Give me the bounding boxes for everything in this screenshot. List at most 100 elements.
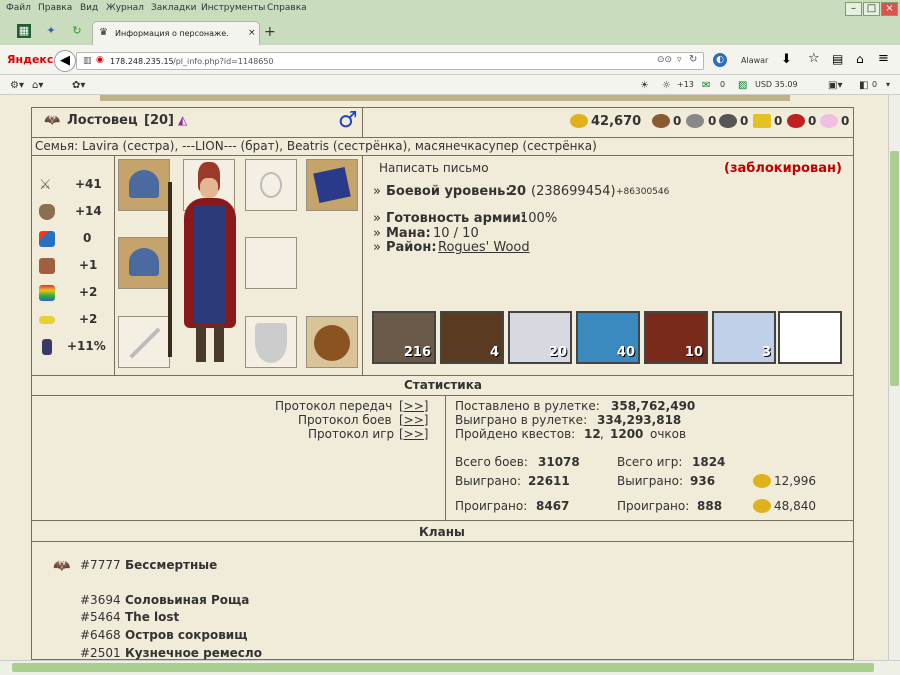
army-unit-4[interactable]: 40	[576, 311, 640, 364]
menu-bookmarks[interactable]: Закладки	[151, 3, 197, 13]
reload-pinned-icon[interactable]: ↻	[70, 24, 84, 38]
yandex-logo[interactable]: Яндекс	[7, 53, 53, 66]
vertical-scroll-thumb[interactable]	[890, 151, 899, 386]
clan-name-4[interactable]: Кузнечное ремесло	[125, 646, 262, 660]
bullet-district: »	[373, 240, 381, 255]
dashboard-icon[interactable]: ▣▾	[828, 80, 842, 91]
army-count-5: 10	[684, 345, 703, 360]
toolbar-ext-icon[interactable]: ◧	[859, 80, 868, 91]
gems-amount: 0	[841, 114, 850, 128]
reading-list-icon[interactable]: ▤	[832, 52, 843, 66]
army-unit-6[interactable]: 3	[712, 311, 776, 364]
url-host: 178.248.235.15	[110, 57, 174, 66]
profile-name[interactable]: Alawar	[741, 56, 768, 65]
dropdown-icon[interactable]: ▿	[677, 55, 682, 65]
close-window-button[interactable]: ×	[881, 2, 898, 16]
download-icon[interactable]: ⬇	[781, 52, 792, 67]
temperature-text[interactable]: +13	[677, 80, 694, 89]
bookmarks-toolbar: ⚙▾ ⌂▾ ✿▾ ☀ ☼ +13 ✉ 0 ▨ USD 35.09 ▣▾ ◧ 0 …	[0, 75, 900, 95]
write-letter-link[interactable]: Написать письмо	[379, 161, 489, 175]
clan-emblem-icon[interactable]: 🦇	[44, 113, 64, 129]
pinned-tab-icon[interactable]: ✦	[44, 24, 58, 38]
battles-lost: 8467	[536, 499, 570, 513]
equip-slot-amulet[interactable]	[245, 159, 297, 211]
quests-label: Пройдено квестов:	[455, 427, 576, 441]
bm-ext2-icon[interactable]: ⌂▾	[32, 80, 43, 91]
army-unit-2[interactable]: 4	[440, 311, 504, 364]
quests-value: 12	[584, 427, 601, 441]
district-link[interactable]: Rogues' Wood	[438, 240, 530, 255]
battles-lost-label: Проиграно:	[455, 499, 528, 513]
currency-rate[interactable]: USD 35.09	[755, 80, 798, 89]
bullet-combat: »	[373, 184, 381, 199]
clan-id-3: #6468	[80, 628, 121, 642]
sulfur-icon	[753, 114, 771, 128]
games-won-label: Выиграно:	[617, 474, 684, 488]
tab-favicon-icon: ♛	[99, 27, 108, 38]
protocol-transfers-link[interactable]: [>>]	[399, 399, 428, 413]
horizontal-scroll-thumb[interactable]	[12, 663, 874, 672]
tab-close-icon[interactable]: ×	[248, 28, 256, 38]
bm-ext3-icon[interactable]: ✿▾	[72, 80, 85, 91]
main-clan-id: #7777	[80, 558, 121, 572]
equip-slot-armor[interactable]	[245, 237, 297, 289]
combat-experience: (238699454)	[531, 184, 616, 199]
menu-view[interactable]: Вид	[80, 3, 98, 13]
army-unit-1[interactable]: 216	[372, 311, 436, 364]
hamburger-menu-icon[interactable]: ≡	[878, 51, 889, 66]
main-clan-name[interactable]: Бессмертные	[125, 558, 217, 572]
sulfur-amount: 0	[774, 114, 783, 128]
equip-slot-book[interactable]	[306, 159, 358, 211]
clan-name-2[interactable]: The lost	[125, 610, 179, 624]
games-lost-label: Проиграно:	[617, 499, 690, 513]
page-info-icon[interactable]: ▥	[83, 56, 92, 66]
clan-name-3[interactable]: Остров сокровищ	[125, 628, 247, 642]
minimize-button[interactable]: –	[845, 2, 862, 16]
new-tab-button[interactable]: +	[264, 24, 276, 40]
morale-icon	[39, 316, 55, 324]
games-total: 1824	[692, 455, 726, 469]
mail-icon[interactable]: ✉	[702, 80, 710, 91]
main-clan-icon[interactable]: 🦇	[53, 558, 70, 574]
alawar-icon[interactable]: ◐	[713, 53, 727, 67]
chart-icon: ▨	[738, 80, 748, 91]
gold-won: 12,996	[774, 474, 816, 488]
mail-count: 0	[720, 80, 726, 89]
protocol-battles-link[interactable]: [>>]	[399, 413, 428, 427]
reload-icon[interactable]: ↻	[689, 54, 697, 65]
roulette-bet-value: 358,762,490	[611, 399, 696, 413]
army-unit-3[interactable]: 20	[508, 311, 572, 364]
clan-name-1[interactable]: Соловьиная Роща	[125, 593, 249, 607]
bm-extension-icon[interactable]: ⚙▾	[10, 80, 24, 91]
equip-slot-shield[interactable]	[245, 316, 297, 368]
menu-history[interactable]: Журнал	[106, 3, 144, 13]
equip-slot-ring[interactable]	[118, 237, 170, 289]
gems-icon	[820, 114, 838, 128]
home-icon[interactable]: ⌂	[856, 52, 864, 66]
menu-help[interactable]: Справка	[267, 3, 307, 13]
maximize-button[interactable]: □	[863, 2, 880, 16]
mercury-icon	[719, 114, 737, 128]
tab-player-info[interactable]: ♛ Информация о персонаже. ×	[92, 21, 260, 45]
reader-icon[interactable]: ⊙⊙	[657, 55, 672, 65]
hero-portrait[interactable]	[168, 162, 246, 370]
army-unit-empty[interactable]	[778, 311, 842, 364]
back-icon[interactable]: ◀	[54, 50, 76, 72]
menu-edit[interactable]: Правка	[38, 3, 72, 13]
army-unit-5[interactable]: 10	[644, 311, 708, 364]
roulette-win-label: Выиграно в рулетке:	[455, 413, 588, 427]
equip-slot-companion[interactable]	[306, 316, 358, 368]
equip-slot-head[interactable]	[118, 159, 170, 211]
overflow-chevron-icon[interactable]: ▾	[886, 80, 890, 89]
crystal-amount: 0	[808, 114, 817, 128]
bookmark-star-icon[interactable]: ☆	[808, 51, 820, 66]
army-count-1: 216	[403, 345, 431, 360]
menu-tools[interactable]: Инструменты	[201, 3, 265, 13]
protocol-games-link[interactable]: [>>]	[399, 427, 428, 441]
apps-icon[interactable]: ▦	[17, 24, 31, 38]
tab-title: Информация о персонаже.	[115, 29, 229, 38]
equip-slot-weapon[interactable]	[118, 316, 170, 368]
menu-file[interactable]: Файл	[6, 3, 31, 13]
address-bar[interactable]: ▥ ◉ 178.248.235.15 /pl_info.php?id=11486…	[76, 52, 704, 70]
bullet-army: »	[373, 211, 381, 226]
